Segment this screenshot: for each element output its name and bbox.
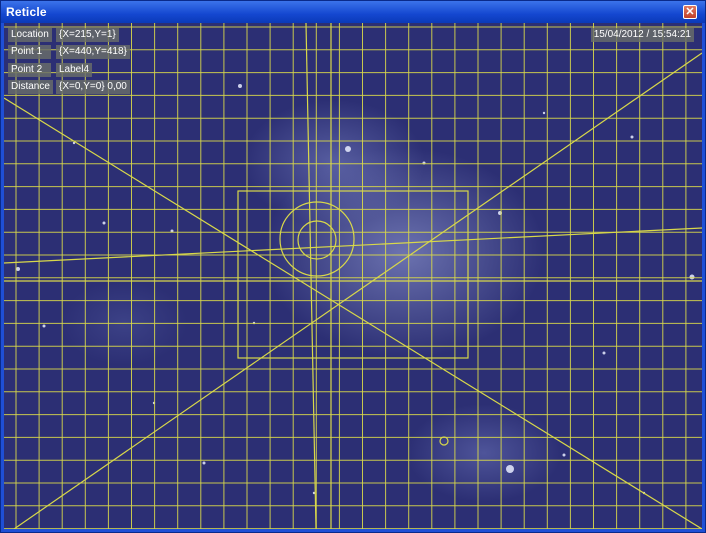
point1-label: Point 1 [8,45,51,59]
grid-lines [4,23,702,529]
selection-rectangle [237,190,469,359]
close-button[interactable]: ✕ [683,5,697,19]
outer-circle [279,201,355,277]
star [542,111,546,115]
point2-label: Point 2 [8,63,51,77]
timestamp: 15/04/2012 / 15:54:21 [590,28,694,42]
star [42,324,46,328]
star [506,465,514,473]
star [102,221,106,225]
diagonal-line [13,52,702,529]
star-field [16,84,695,495]
reticle-viewport[interactable]: Location {X=215,Y=1} Point 1 {X=440,Y=41… [4,23,702,529]
point1-value: {X=440,Y=418} [56,45,130,59]
title-bar[interactable]: Reticle ✕ [1,1,705,23]
distance-value: {X=0,Y=0} 0,00 [56,80,130,94]
location-value: {X=215,Y=1} [56,28,119,42]
star [16,267,20,271]
star [345,146,351,152]
star [689,274,695,280]
reticle-window: Reticle ✕ Location {X=215,Y=1} Point 1 {… [0,0,706,533]
point-marker [439,436,449,446]
reticle-overlay [4,23,702,529]
star [630,135,634,139]
inner-circle [297,220,337,260]
close-icon: ✕ [685,6,695,18]
location-label: Location [8,28,52,42]
window-title: Reticle [6,5,47,19]
star [602,351,606,355]
star [202,461,206,465]
distance-label: Distance [8,80,53,94]
star [562,453,566,457]
point2-value: Label4 [56,63,93,77]
star [238,84,242,88]
